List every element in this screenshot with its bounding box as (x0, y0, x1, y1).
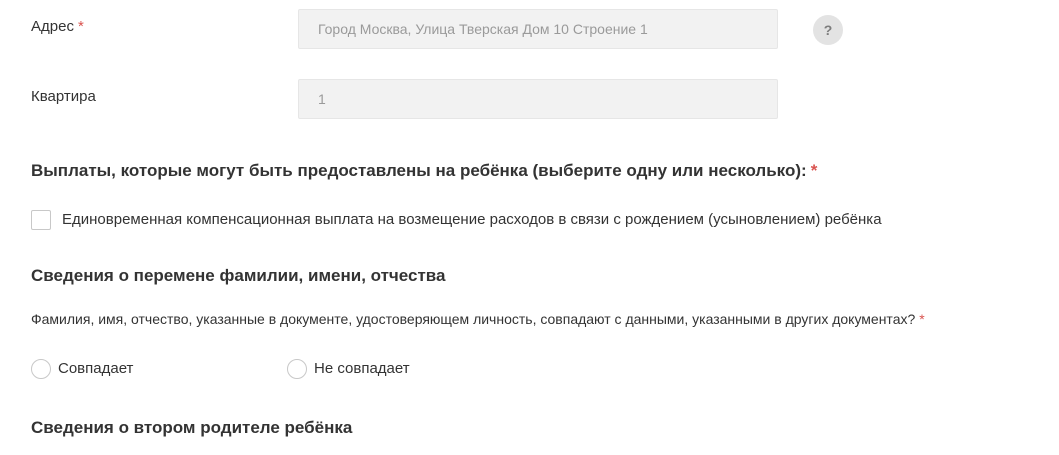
payments-heading: Выплаты, которые могут быть предоставлен… (31, 161, 817, 181)
radio-matches[interactable] (31, 359, 51, 379)
radio-not-matches[interactable] (287, 359, 307, 379)
radio-not-matches-label[interactable]: Не совпадает (314, 360, 410, 378)
radio-matches-label[interactable]: Совпадает (58, 360, 133, 378)
second-parent-heading: Сведения о втором родителе ребёнка (31, 418, 353, 437)
payment-option-label[interactable]: Единовременная компенсационная выплата н… (62, 211, 882, 229)
apartment-input[interactable]: 1 (298, 79, 778, 119)
address-input[interactable]: Город Москва, Улица Тверская Дом 10 Стро… (298, 9, 778, 49)
name-change-heading: Сведения о перемене фамилии, имени, отче… (31, 266, 446, 285)
name-change-question-text: Фамилия, имя, отчество, указанные в доку… (31, 311, 916, 327)
name-change-question: Фамилия, имя, отчество, указанные в доку… (31, 310, 925, 328)
apartment-input-value: 1 (318, 91, 326, 107)
address-label: Адрес * (31, 18, 84, 36)
address-label-text: Адрес (31, 18, 74, 35)
apartment-label: Квартира (31, 88, 96, 105)
name-change-required-mark: * (919, 311, 925, 327)
address-help-icon[interactable]: ? (813, 15, 843, 45)
address-required-mark: * (77, 18, 84, 35)
payments-heading-text: Выплаты, которые могут быть предоставлен… (31, 161, 807, 180)
payment-option-checkbox[interactable] (31, 210, 51, 230)
payments-required-mark: * (810, 161, 818, 180)
address-input-value: Город Москва, Улица Тверская Дом 10 Стро… (318, 21, 648, 37)
